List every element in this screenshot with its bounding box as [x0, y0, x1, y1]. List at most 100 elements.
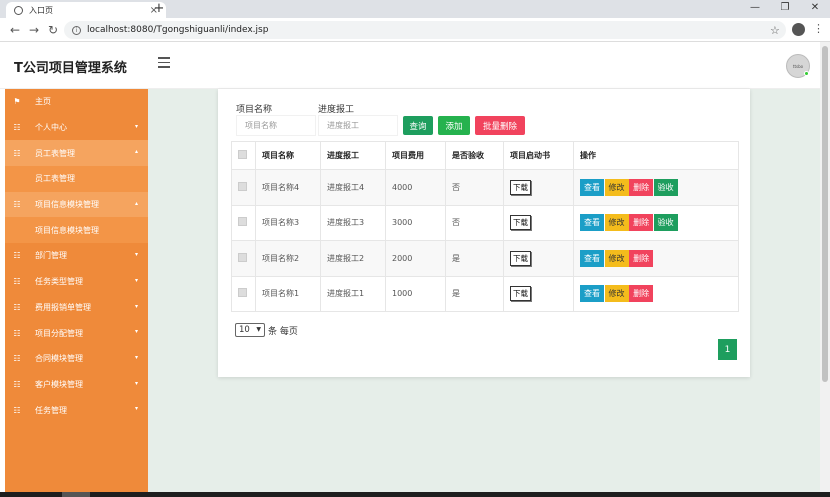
download-button[interactable]: 下载	[510, 179, 531, 195]
cell-name: 项目名称3	[255, 204, 321, 241]
batch-delete-button[interactable]: 批量删除	[475, 116, 525, 135]
progress-search-label: 进度报工	[318, 105, 355, 115]
download-button[interactable]: 下载	[510, 286, 531, 302]
view-button[interactable]: 查看	[580, 214, 604, 232]
grid-icon: ☷	[13, 379, 21, 389]
row-checkbox[interactable]	[238, 252, 247, 262]
cell-actions: 查看 修改 删除	[573, 275, 739, 312]
sidebar-item-profile[interactable]: ☷ 个人中心 ▾	[5, 115, 148, 141]
window-close-icon[interactable]: ✕	[802, 2, 828, 13]
sidebar-item-employees[interactable]: ☷ 员工表管理 ▴	[5, 140, 148, 167]
chevron-down-icon: ▾	[134, 251, 138, 259]
col-header-cost: 项目费用	[385, 141, 446, 170]
menu-icon[interactable]: ⋮	[813, 22, 824, 35]
page-scrollbar[interactable]	[820, 42, 830, 492]
page-number-button[interactable]: 1	[718, 339, 737, 360]
row-checkbox[interactable]	[238, 181, 247, 191]
taskbar	[0, 492, 830, 497]
restore-icon[interactable]: ❐	[772, 2, 798, 13]
view-button[interactable]: 查看	[580, 285, 604, 303]
browser-tabstrip: 入口页 × + — ❐ ✕	[0, 0, 830, 18]
avatar[interactable]: ttsbo	[786, 54, 810, 78]
grid-icon: ☷	[13, 328, 21, 338]
grid-icon: ☷	[13, 251, 21, 261]
delete-button[interactable]: 删除	[629, 178, 654, 196]
scrollbar-thumb[interactable]	[822, 46, 828, 382]
cell-progress: 进度报工3	[320, 204, 386, 241]
bookmark-star-icon[interactable]: ☆	[770, 24, 780, 37]
cell-start-doc: 下载	[503, 275, 574, 312]
download-button[interactable]: 下载	[510, 215, 531, 231]
sidebar-item-customers[interactable]: ☷ 客户模块管理 ▾	[5, 372, 148, 398]
row-checkbox[interactable]	[238, 288, 247, 298]
minimize-icon[interactable]: —	[742, 2, 768, 13]
edit-button[interactable]: 修改	[604, 249, 629, 267]
accept-button[interactable]: 验收	[653, 214, 678, 232]
col-header-progress: 进度报工	[320, 141, 386, 170]
chevron-down-icon: ▼	[256, 326, 261, 333]
sidebar-item-label: 任务管理	[35, 405, 67, 415]
grid-icon: ☷	[13, 405, 21, 415]
sidebar: ⚑ 主页 ☷ 个人中心 ▾ ☷ 员工表管理 ▴ 员工表管理 ☷ 项目信息模块管理…	[5, 89, 148, 492]
back-icon[interactable]: ←	[8, 23, 22, 37]
delete-button[interactable]: 删除	[629, 249, 654, 267]
pagination-size: 10 ▼ 条 每页	[235, 323, 298, 337]
cell-name: 项目名称2	[255, 240, 321, 277]
chevron-down-icon: ▾	[134, 405, 138, 413]
edit-button[interactable]: 修改	[604, 178, 629, 196]
download-button[interactable]: 下载	[510, 250, 531, 266]
progress-search-input[interactable]: 进度报工	[318, 115, 398, 136]
browser-tab[interactable]: 入口页 ×	[6, 2, 166, 18]
delete-button[interactable]: 删除	[629, 285, 654, 303]
forward-icon[interactable]: →	[27, 23, 41, 37]
add-button[interactable]: 添加	[438, 116, 470, 135]
sidebar-item-label: 员工表管理	[35, 174, 75, 184]
accept-button[interactable]: 验收	[653, 178, 678, 196]
sidebar-subitem-employees[interactable]: 员工表管理	[5, 166, 148, 192]
sidebar-item-projects[interactable]: ☷ 项目信息模块管理 ▴	[5, 191, 148, 218]
table-row: 项目名称4 进度报工4 4000 否 下载 查看 修改 删除 验收	[231, 169, 739, 206]
row-checkbox[interactable]	[238, 217, 247, 227]
cell-name: 项目名称1	[255, 275, 321, 312]
sidebar-item-tasks[interactable]: ☷ 任务管理 ▾	[5, 397, 148, 423]
sidebar-item-home[interactable]: ⚑ 主页	[5, 89, 148, 115]
sidebar-item-expenses[interactable]: ☷ 费用报销单管理 ▾	[5, 295, 148, 321]
name-search-input[interactable]: 项目名称	[236, 115, 316, 136]
edit-button[interactable]: 修改	[604, 214, 629, 232]
select-all-checkbox[interactable]	[238, 150, 247, 159]
sidebar-item-assignments[interactable]: ☷ 项目分配管理 ▾	[5, 320, 148, 346]
url-field[interactable]: i localhost:8080/Tgongshiguanli/index.js…	[64, 21, 786, 39]
chevron-down-icon: ▾	[134, 122, 138, 130]
sidebar-item-task-types[interactable]: ☷ 任务类型管理 ▾	[5, 269, 148, 295]
delete-button[interactable]: 删除	[629, 214, 654, 232]
query-button[interactable]: 查询	[403, 116, 433, 135]
sidebar-item-label: 客户模块管理	[35, 379, 83, 389]
url-text: localhost:8080/Tgongshiguanli/index.jsp	[87, 25, 269, 35]
app-window: T公司项目管理系统 ttsbo ⚑ 主页 ☷ 个人中心 ▾ ☷ 员工表管理 ▴ …	[0, 42, 820, 492]
edit-button[interactable]: 修改	[604, 285, 629, 303]
profile-icon[interactable]	[792, 23, 805, 36]
cell-start-doc: 下载	[503, 169, 574, 206]
sidebar-item-departments[interactable]: ☷ 部门管理 ▾	[5, 243, 148, 269]
info-icon[interactable]: i	[72, 25, 81, 35]
reload-icon[interactable]: ↻	[46, 23, 60, 37]
table-row: 项目名称3 进度报工3 3000 否 下载 查看 修改 删除 验收	[231, 204, 739, 241]
sidebar-item-contracts[interactable]: ☷ 合同模块管理 ▾	[5, 346, 148, 372]
view-button[interactable]: 查看	[580, 178, 604, 196]
page-size-select[interactable]: 10 ▼	[235, 323, 265, 337]
row-select-cell	[231, 169, 256, 206]
sidebar-subitem-projects[interactable]: 项目信息模块管理	[5, 217, 148, 244]
main-content: 项目名称 项目名称 进度报工 进度报工 查询 添加 批量删除 项目名称 进度报工…	[148, 89, 820, 492]
cell-cost: 2000	[385, 240, 446, 277]
tab-title: 入口页	[29, 5, 53, 15]
hamburger-icon[interactable]	[158, 57, 170, 71]
view-button[interactable]: 查看	[580, 249, 604, 267]
taskbar-item[interactable]	[62, 492, 90, 497]
cell-start-doc: 下载	[503, 240, 574, 277]
app-brand: T公司项目管理系统	[14, 61, 127, 76]
new-tab-button[interactable]: +	[152, 2, 166, 16]
cell-cost: 3000	[385, 204, 446, 241]
col-header-name: 项目名称	[255, 141, 321, 170]
sidebar-item-label: 部门管理	[35, 251, 67, 261]
page-size-value: 10	[239, 325, 250, 335]
